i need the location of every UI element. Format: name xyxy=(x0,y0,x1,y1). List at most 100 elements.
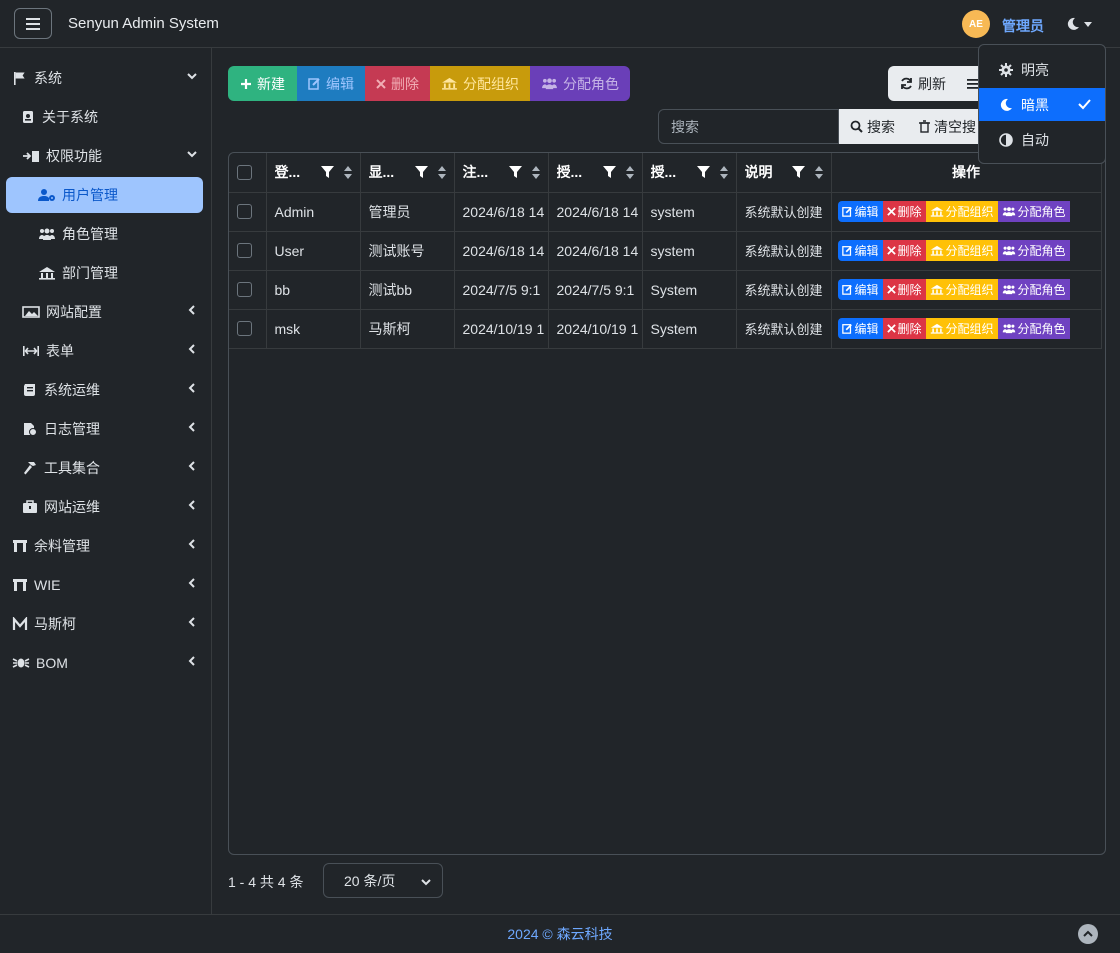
row-assign-org-button[interactable]: 分配组织 xyxy=(925,279,998,300)
sidebar-item-permissions[interactable]: 权限功能 xyxy=(22,138,198,174)
bug-icon xyxy=(12,655,30,671)
cell-login: Admin xyxy=(266,192,361,232)
filter-icon[interactable] xyxy=(414,166,428,179)
sort-icon[interactable] xyxy=(625,165,634,179)
check-icon xyxy=(1078,99,1091,110)
user-avatar[interactable]: AE xyxy=(962,10,990,38)
sidebar-item-site-ops[interactable]: 网站运维 xyxy=(22,489,198,525)
sidebar-item-masike[interactable]: 马斯柯 xyxy=(12,606,198,642)
sidebar-item-user-management[interactable]: 用户管理 xyxy=(6,177,203,213)
row-edit-button[interactable]: 编辑 xyxy=(837,279,883,300)
cell-display: 管理员 xyxy=(360,192,455,232)
moon-icon xyxy=(1067,17,1079,30)
column-header[interactable]: 注... xyxy=(454,153,549,193)
cell-description: 系统默认创建 xyxy=(736,231,832,271)
row-edit-button[interactable]: 编辑 xyxy=(837,201,883,222)
image-icon xyxy=(22,304,40,320)
theme-toggle-button[interactable] xyxy=(1066,14,1096,34)
filter-icon[interactable] xyxy=(602,166,616,179)
building-icon xyxy=(930,323,943,334)
sidebar-item-site-config[interactable]: 网站配置 xyxy=(22,294,198,330)
row-delete-button[interactable]: 删除 xyxy=(882,318,926,339)
toolbar-button-group: 新建 编辑 删除 分配组织 分配角色 xyxy=(228,66,630,101)
file-clock-icon xyxy=(22,421,38,437)
sidebar-item-system-ops[interactable]: 系统运维 xyxy=(22,372,198,408)
column-header[interactable]: 说明 xyxy=(736,153,832,193)
sidebar-item-logs[interactable]: 日志管理 xyxy=(22,411,198,447)
sort-icon[interactable] xyxy=(531,165,540,179)
sidebar-item-forms[interactable]: 表单 xyxy=(22,333,198,369)
assign-org-button[interactable]: 分配组织 xyxy=(430,66,530,101)
sidebar-item-role-management[interactable]: 角色管理 xyxy=(38,216,198,252)
row-actions: 编辑 删除 分配组织 分配角色 xyxy=(837,279,1095,300)
column-header[interactable]: 授... xyxy=(642,153,737,193)
row-assign-org-button[interactable]: 分配组织 xyxy=(925,201,998,222)
row-delete-button[interactable]: 删除 xyxy=(882,201,926,222)
row-checkbox[interactable] xyxy=(237,282,252,297)
sidebar-item-material[interactable]: 余料管理 xyxy=(12,528,198,564)
row-assign-role-button[interactable]: 分配角色 xyxy=(997,240,1070,261)
sidebar-item-label: 部门管理 xyxy=(62,265,118,281)
row-delete-button[interactable]: 删除 xyxy=(882,240,926,261)
sort-icon[interactable] xyxy=(814,165,823,179)
row-edit-button[interactable]: 编辑 xyxy=(837,318,883,339)
column-header[interactable]: 显... xyxy=(360,153,455,193)
user-gear-icon xyxy=(38,187,56,203)
sidebar-item-tools[interactable]: 工具集合 xyxy=(22,450,198,486)
theme-option-light[interactable]: 明亮 xyxy=(979,53,1105,86)
clear-search-button[interactable]: 清空搜 xyxy=(895,117,976,137)
sort-icon[interactable] xyxy=(437,165,446,179)
delete-button[interactable]: 删除 xyxy=(365,66,430,101)
search-button[interactable]: 搜索 xyxy=(839,117,895,137)
page-size-select[interactable]: 20 条/页 xyxy=(323,863,443,898)
pagination-info: 1 - 4 共 4 条 xyxy=(228,874,304,890)
users-icon xyxy=(1002,285,1015,295)
filter-icon[interactable] xyxy=(696,166,710,179)
assign-role-button[interactable]: 分配角色 xyxy=(530,66,630,101)
row-assign-org-button[interactable]: 分配组织 xyxy=(925,318,998,339)
row-actions: 编辑 删除 分配组织 分配角色 xyxy=(837,318,1095,339)
filter-icon[interactable] xyxy=(508,166,522,179)
row-assign-role-button[interactable]: 分配角色 xyxy=(997,279,1070,300)
refresh-button[interactable]: 刷新 xyxy=(888,66,988,101)
edit-button[interactable]: 编辑 xyxy=(297,66,365,101)
sidebar-item-bom[interactable]: BOM xyxy=(12,645,198,681)
back-to-top-button[interactable] xyxy=(1078,924,1098,944)
sidebar-item-department-management[interactable]: 部门管理 xyxy=(38,255,198,291)
users-icon xyxy=(38,226,56,242)
search-input[interactable]: 搜索 xyxy=(658,109,839,144)
filter-icon[interactable] xyxy=(320,166,334,179)
row-checkbox[interactable] xyxy=(237,321,252,336)
column-header[interactable]: 授... xyxy=(548,153,643,193)
new-button[interactable]: 新建 xyxy=(228,66,297,101)
sidebar-item-about[interactable]: 关于系统 xyxy=(20,99,200,135)
row-edit-button[interactable]: 编辑 xyxy=(837,240,883,261)
chevron-down-icon xyxy=(187,151,197,158)
top-navbar: Senyun Admin System AE 管理员 xyxy=(0,0,1120,48)
sort-icon[interactable] xyxy=(719,165,728,179)
row-assign-role-button[interactable]: 分配角色 xyxy=(997,318,1070,339)
filter-icon[interactable] xyxy=(791,166,805,179)
table-row: Admin 管理员 2024/6/18 14 2024/6/18 14 syst… xyxy=(229,192,1102,232)
row-assign-org-button[interactable]: 分配组织 xyxy=(925,240,998,261)
building-icon xyxy=(930,284,943,295)
column-header[interactable]: 登... xyxy=(266,153,361,193)
user-name-link[interactable]: 管理员 xyxy=(1002,16,1044,36)
theme-option-dark[interactable]: 暗黑 xyxy=(979,88,1105,121)
users-icon xyxy=(1002,207,1015,217)
row-delete-button[interactable]: 删除 xyxy=(882,279,926,300)
sidebar-item-system[interactable]: 系统 xyxy=(12,60,198,96)
sort-icon[interactable] xyxy=(343,165,352,179)
sidebar-item-wie[interactable]: WIE xyxy=(12,567,198,603)
theme-option-auto[interactable]: 自动 xyxy=(979,123,1105,156)
select-all-checkbox[interactable] xyxy=(237,164,252,180)
row-checkbox[interactable] xyxy=(237,204,252,219)
users-table-container: 登... 显... 注... 授... 授... 说明 操作 Admin 管理员… xyxy=(228,152,1106,855)
footer-copyright[interactable]: 2024 © 森云科技 xyxy=(507,924,612,944)
flag-icon xyxy=(12,70,28,86)
plus-icon xyxy=(241,78,251,89)
chevron-left-icon xyxy=(188,539,195,549)
row-assign-role-button[interactable]: 分配角色 xyxy=(997,201,1070,222)
row-checkbox[interactable] xyxy=(237,243,252,258)
sidebar-toggle-button[interactable] xyxy=(14,8,52,39)
